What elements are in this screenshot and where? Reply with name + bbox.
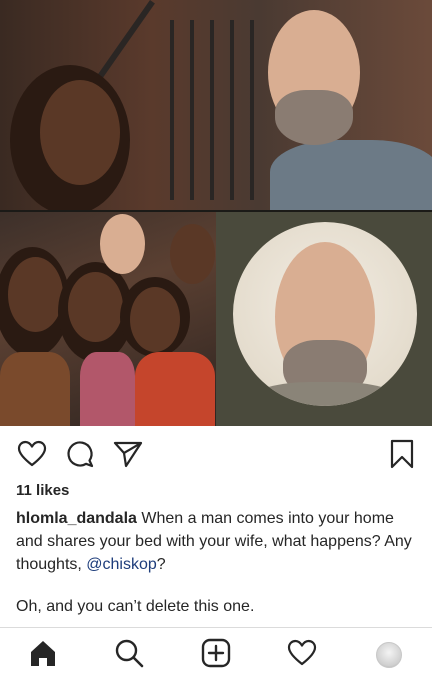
like-button[interactable] bbox=[14, 438, 50, 474]
caption-text-end: ? bbox=[156, 556, 166, 573]
photo-top-selfie bbox=[0, 0, 432, 210]
paper-plane-icon bbox=[113, 440, 143, 473]
caption-extra-line: Oh, and you can’t delete this one. bbox=[16, 598, 255, 615]
photo-group-selfie bbox=[0, 212, 216, 426]
share-button[interactable] bbox=[110, 438, 146, 474]
comment-bubble-icon bbox=[65, 439, 95, 474]
post-caption: hlomla_dandala When a man comes into you… bbox=[16, 507, 420, 576]
profile-photo-circle bbox=[233, 222, 417, 406]
bottom-navigation-bar bbox=[0, 627, 432, 680]
add-post-icon bbox=[201, 638, 231, 673]
nav-add-post-button[interactable] bbox=[199, 638, 233, 672]
save-button[interactable] bbox=[384, 438, 420, 474]
likes-count[interactable]: 11 likes bbox=[16, 482, 69, 499]
nav-activity-button[interactable] bbox=[285, 638, 319, 672]
bookmark-icon bbox=[389, 439, 415, 474]
heart-outline-icon bbox=[287, 639, 317, 672]
nav-home-button[interactable] bbox=[26, 638, 60, 672]
post-action-bar bbox=[0, 430, 432, 478]
comment-button[interactable] bbox=[62, 438, 98, 474]
caption-mention-link[interactable]: @chiskop bbox=[86, 556, 157, 573]
caption-username[interactable]: hlomla_dandala bbox=[16, 510, 137, 527]
nav-profile-button[interactable] bbox=[372, 638, 406, 672]
post-image-collage[interactable] bbox=[0, 0, 432, 426]
nav-search-button[interactable] bbox=[112, 638, 146, 672]
heart-outline-icon bbox=[17, 440, 47, 473]
home-filled-icon bbox=[28, 638, 58, 673]
profile-avatar bbox=[376, 642, 402, 668]
search-icon bbox=[114, 638, 144, 673]
